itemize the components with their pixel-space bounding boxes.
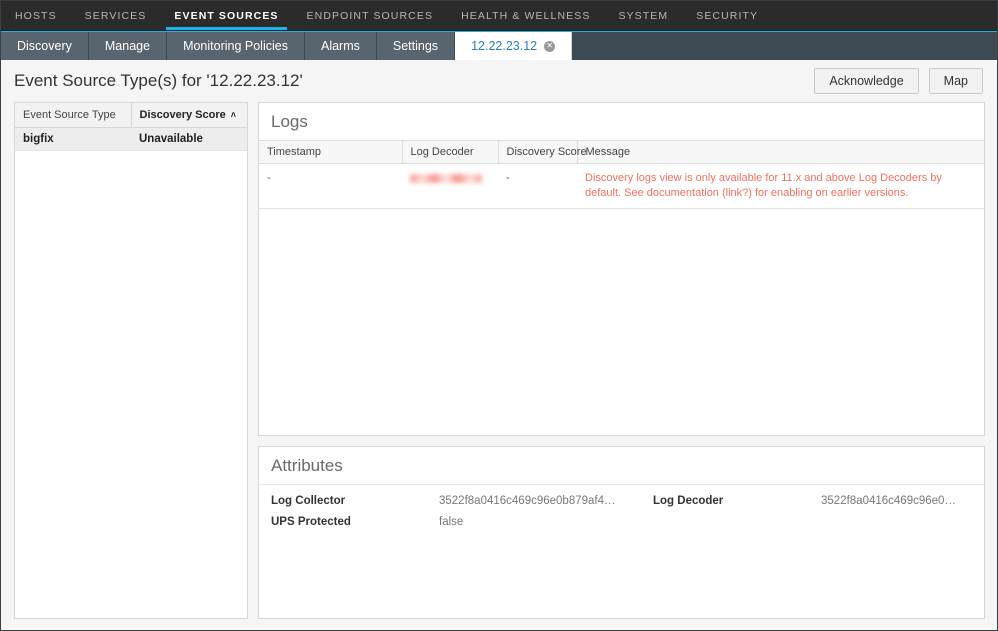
- cell-discovery-score: Unavailable: [131, 127, 247, 151]
- attributes-panel: Attributes Log Collector 3522f8a0416c469c…: [258, 446, 985, 619]
- logs-table: Timestamp Log Decoder Discovery Score Messa…: [259, 140, 984, 209]
- topnav-item-hosts[interactable]: HOSTS: [1, 1, 71, 30]
- page-header: Event Source Type(s) for '12.22.23.12' A…: [1, 60, 997, 102]
- detail-column: Logs Timestamp Log Decoder Discovery Score…: [258, 102, 985, 619]
- subtab-label: Alarms: [320, 39, 360, 53]
- attribute-label: UPS Protected: [271, 516, 351, 528]
- logs-panel-title: Logs: [271, 112, 308, 131]
- logs-column-header-timestamp[interactable]: Timestamp: [259, 140, 403, 164]
- topnav-item-system[interactable]: SYSTEM: [604, 1, 682, 30]
- column-header-discovery-score[interactable]: Discovery Score ˄: [131, 103, 247, 128]
- subtab-settings[interactable]: Settings: [376, 32, 456, 60]
- logs-column-header-discovery-score[interactable]: Discovery Score: [498, 140, 587, 164]
- topnav-item-event-sources[interactable]: EVENT SOURCES: [160, 1, 292, 30]
- attributes-table: Log Collector 3522f8a0416c469c96e0b879af4…: [271, 491, 972, 533]
- attribute-value: 3522f8a0416c469c96e0b879af4ad664: [439, 495, 631, 507]
- attributes-body: Log Collector 3522f8a0416c469c96e0b879af4…: [259, 484, 984, 618]
- subtab-manage[interactable]: Manage: [88, 32, 168, 60]
- attribute-label: [653, 512, 821, 533]
- column-header-event-source-type[interactable]: Event Source Type: [15, 103, 132, 128]
- cell-log-decoder: [402, 163, 498, 209]
- cell-timestamp: -: [259, 163, 402, 209]
- table-header-row: Event Source Type Discovery Score ˄: [15, 103, 247, 128]
- topnav-item-services[interactable]: SERVICES: [71, 1, 161, 30]
- logs-header-row: Timestamp Log Decoder Discovery Score Messa…: [259, 140, 984, 164]
- attribute-value: 3522f8a0416c469c96e0b879af4ad664: [821, 495, 972, 507]
- column-header-label: Discovery Score: [139, 109, 226, 121]
- event-source-type-panel: Event Source Type Discovery Score ˄ bigfix…: [14, 102, 248, 619]
- logs-row[interactable]: - - Discovery logs view is only available …: [259, 163, 984, 209]
- sort-ascending-icon: ˄: [230, 110, 236, 120]
- subtab-label: Settings: [392, 39, 439, 53]
- cell-discovery-score: -: [498, 163, 577, 209]
- logs-empty-area: [259, 208, 984, 435]
- attribute-spacer: [631, 491, 653, 512]
- event-source-type-empty-area: [15, 151, 247, 618]
- body-container: Event Source Type Discovery Score ˄ bigfix…: [1, 102, 997, 630]
- topnav-item-endpoint-sources[interactable]: ENDPOINT SOURCES: [293, 1, 448, 30]
- close-icon[interactable]: ✕: [544, 40, 556, 52]
- attributes-panel-title: Attributes: [271, 456, 343, 475]
- subtab-monitoring-policies[interactable]: Monitoring Policies: [167, 32, 305, 60]
- sub-tab-bar: Discovery Manage Monitoring Policies Alarms…: [1, 31, 997, 60]
- topnav-item-security[interactable]: SECURITY: [682, 1, 772, 30]
- logs-panel: Logs Timestamp Log Decoder Discovery Score…: [258, 102, 985, 436]
- header-actions: Acknowledge Map: [814, 68, 983, 94]
- subtab-discovery[interactable]: Discovery: [1, 32, 89, 60]
- attribute-value: false: [439, 516, 464, 528]
- subtab-label: 12.22.23.12: [471, 39, 538, 53]
- page-title: Event Source Type(s) for '12.22.23.12': [14, 71, 303, 90]
- event-source-type-table: Event Source Type Discovery Score ˄ bigfix…: [15, 103, 247, 151]
- logs-column-header-log-decoder[interactable]: Log Decoder: [402, 140, 499, 164]
- subtab-label: Discovery: [17, 39, 72, 53]
- table-row[interactable]: bigfix Unavailable: [15, 127, 247, 151]
- cell-message: Discovery logs view is only available fo…: [577, 163, 984, 209]
- attribute-label: Log Decoder: [653, 495, 724, 507]
- subtab-alarms[interactable]: Alarms: [304, 32, 377, 60]
- attribute-row: Log Collector 3522f8a0416c469c96e0b879af4…: [271, 491, 972, 512]
- column-header-label: Event Source Type: [23, 109, 116, 121]
- attribute-value: [821, 512, 972, 533]
- logs-column-header-message[interactable]: Message: [577, 140, 984, 164]
- cell-event-source-type: bigfix: [15, 127, 131, 151]
- map-button[interactable]: Map: [928, 68, 983, 94]
- acknowledge-button[interactable]: Acknowledge: [814, 68, 919, 94]
- attribute-label: Log Collector: [271, 495, 346, 507]
- redacted-value: [410, 173, 482, 183]
- topnav-item-health-wellness[interactable]: HEALTH & WELLNESS: [447, 1, 604, 30]
- attribute-row: UPS Protected false: [271, 512, 972, 533]
- top-navigation-bar: HOSTS SERVICES EVENT SOURCES ENDPOINT SOURC…: [1, 1, 997, 31]
- subtab-label: Manage: [104, 39, 151, 53]
- subtab-label: Monitoring Policies: [183, 39, 288, 53]
- attribute-spacer: [631, 512, 653, 533]
- subtab-12-22-23-12[interactable]: 12.22.23.12 ✕: [455, 32, 573, 60]
- application-window: HOSTS SERVICES EVENT SOURCES ENDPOINT SOURC…: [0, 0, 998, 631]
